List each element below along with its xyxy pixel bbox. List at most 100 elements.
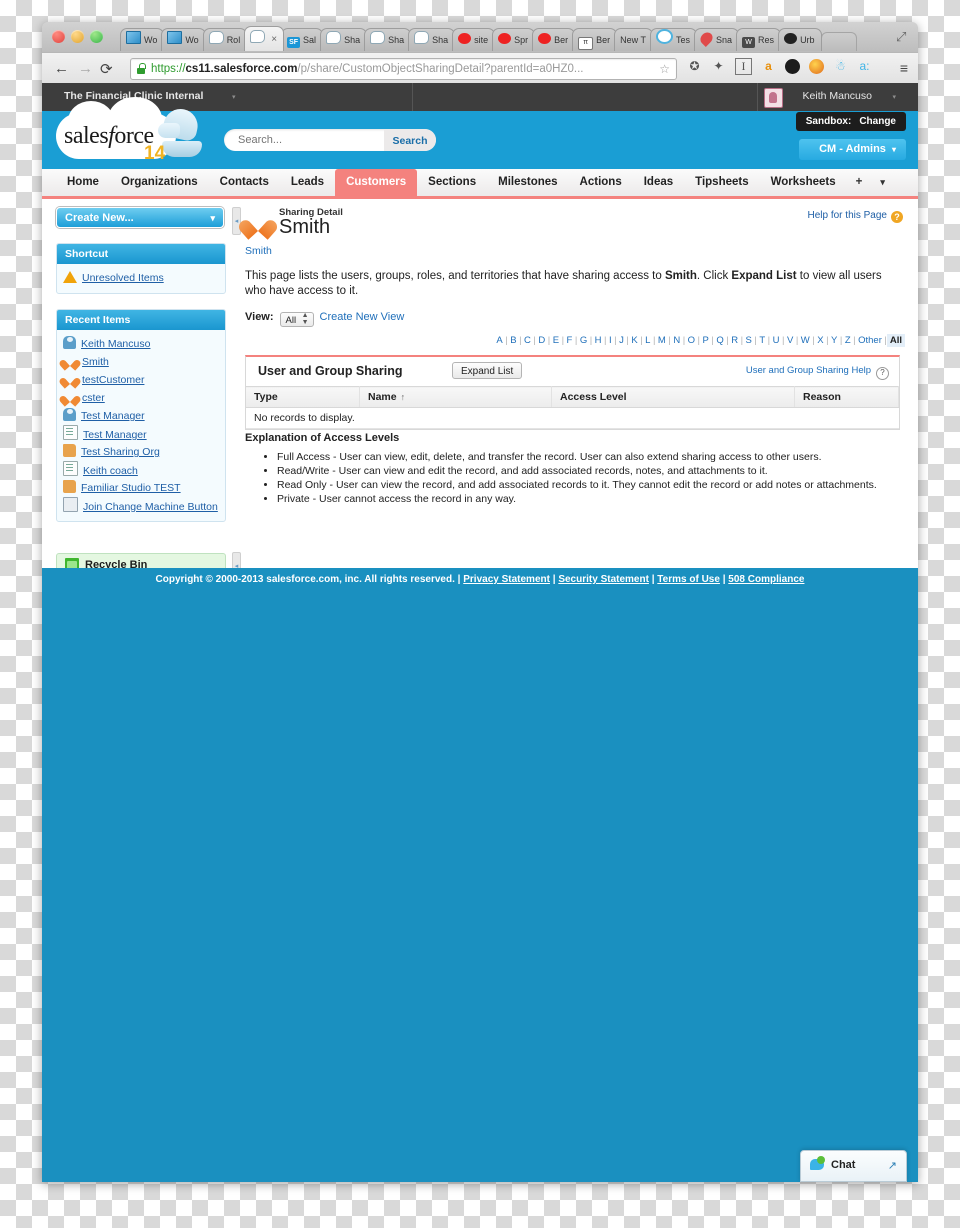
alpha-other[interactable]: Other xyxy=(856,335,885,346)
recent-link[interactable]: Join Change Machine Button xyxy=(83,501,218,513)
star-black-icon[interactable]: ✦ xyxy=(711,59,726,74)
tab-worksheets[interactable]: Worksheets xyxy=(760,169,847,196)
recent-link[interactable]: Test Sharing Org xyxy=(81,446,160,458)
list-item[interactable]: Familiar Studio TEST xyxy=(63,479,219,497)
recent-link[interactable]: Smith xyxy=(82,356,109,368)
browser-tab[interactable]: Sha xyxy=(408,28,456,51)
alpha-P[interactable]: P xyxy=(700,335,711,346)
tab-tipsheets[interactable]: Tipsheets xyxy=(684,169,759,196)
column-header-name[interactable]: Name ↑ xyxy=(359,386,552,408)
browser-tab[interactable]: SF Sal xyxy=(281,28,324,51)
alpha-A[interactable]: A xyxy=(494,335,505,346)
sandbox-change-link[interactable]: Change xyxy=(859,116,896,127)
help-for-this-page[interactable]: Help for this Page? xyxy=(808,210,903,223)
alpha-J[interactable]: J xyxy=(617,335,627,346)
recent-link[interactable]: cster xyxy=(82,392,105,404)
terms-of-use-link[interactable]: Terms of Use xyxy=(657,574,720,585)
browser-menu-icon[interactable]: ≡ xyxy=(900,60,908,76)
tab-organizations[interactable]: Organizations xyxy=(110,169,209,196)
address-bar[interactable]: https://cs11.salesforce.com/p/share/Cust… xyxy=(130,58,677,80)
chrome-orb-icon[interactable] xyxy=(809,59,824,75)
amazon-icon[interactable]: a xyxy=(761,59,776,74)
search-input[interactable] xyxy=(236,133,400,147)
recent-link[interactable]: Test Manager xyxy=(81,410,145,422)
tab-customers[interactable]: Customers xyxy=(335,169,418,196)
alpha-N[interactable]: N xyxy=(671,335,683,346)
alpha-D[interactable]: D xyxy=(536,335,548,346)
alpha-O[interactable]: O xyxy=(685,335,697,346)
alpha-T[interactable]: T xyxy=(757,335,768,346)
alpha-I[interactable]: I xyxy=(607,335,615,346)
browser-tab[interactable]: Urb xyxy=(778,28,822,51)
alpha-F[interactable]: F xyxy=(564,335,575,346)
bookmark-star-icon[interactable]: ☆ xyxy=(659,62,670,76)
browser-tab[interactable]: Spr xyxy=(492,28,536,51)
column-header-reason[interactable]: Reason xyxy=(794,386,899,408)
window-expand-icon[interactable]: ⤢ xyxy=(896,29,910,44)
browser-tab[interactable]: π Ber xyxy=(572,28,618,51)
tab-contacts[interactable]: Contacts xyxy=(209,169,280,196)
salesforce-logo[interactable]: salesforce 14 xyxy=(56,97,206,169)
parent-record-link[interactable]: Smith xyxy=(245,245,272,257)
508-compliance-link[interactable]: 508 Compliance xyxy=(728,574,804,585)
alpha-X[interactable]: X xyxy=(815,335,826,346)
minimize-window-button[interactable] xyxy=(71,30,84,43)
alpha-W[interactable]: W xyxy=(798,335,812,346)
alpha-U[interactable]: U xyxy=(770,335,782,346)
wrench-icon[interactable]: ✪ xyxy=(687,59,702,74)
recent-link[interactable]: Familiar Studio TEST xyxy=(81,482,181,494)
org-chevron-down-icon[interactable]: ▾ xyxy=(232,93,236,101)
recent-link[interactable]: testCustomer xyxy=(82,374,144,386)
panel-help[interactable]: User and Group Sharing Help? xyxy=(746,365,889,380)
black-oval-icon[interactable] xyxy=(785,59,800,75)
user-name[interactable]: Keith Mancuso xyxy=(803,90,872,102)
browser-tab[interactable]: Sha xyxy=(364,28,412,51)
breadcrumb[interactable]: Smith xyxy=(245,245,272,257)
browser-tab-active[interactable]: × xyxy=(244,26,285,51)
new-tab-button[interactable] xyxy=(820,32,857,51)
all-tabs-chevron-down-icon[interactable]: ▾ xyxy=(871,169,894,196)
alpha-V[interactable]: V xyxy=(784,335,795,346)
alpha-G[interactable]: G xyxy=(577,335,589,346)
browser-tab[interactable]: Sna xyxy=(694,28,740,51)
browser-tab[interactable]: Wo xyxy=(120,28,165,51)
alpha-Z[interactable]: Z xyxy=(842,335,853,346)
column-header-access-level[interactable]: Access Level xyxy=(551,386,795,408)
panel-help-link[interactable]: User and Group Sharing Help xyxy=(746,365,871,376)
browser-tab[interactable]: New T xyxy=(614,28,654,51)
add-tab-button[interactable]: + xyxy=(847,169,872,196)
alpha-all[interactable]: All xyxy=(886,334,905,347)
security-statement-link[interactable]: Security Statement xyxy=(558,574,649,585)
alpha-Y[interactable]: Y xyxy=(829,335,840,346)
a-colon-icon[interactable]: a: xyxy=(857,59,872,74)
user-chevron-down-icon[interactable]: ▾ xyxy=(892,93,896,101)
privacy-statement-link[interactable]: Privacy Statement xyxy=(463,574,550,585)
alpha-L[interactable]: L xyxy=(643,335,653,346)
list-item[interactable]: Test Sharing Org xyxy=(63,443,219,461)
close-tab-icon[interactable]: × xyxy=(271,34,277,45)
blue-hand-icon[interactable]: ☃ xyxy=(833,59,848,74)
list-item[interactable]: Keith coach xyxy=(63,461,219,479)
list-item[interactable]: cster xyxy=(63,389,219,407)
tab-leads[interactable]: Leads xyxy=(280,169,335,196)
back-icon[interactable]: ← xyxy=(54,60,69,77)
alpha-E[interactable]: E xyxy=(550,335,561,346)
maximize-window-button[interactable] xyxy=(90,30,103,43)
close-window-button[interactable] xyxy=(52,30,65,43)
tab-home[interactable]: Home xyxy=(56,169,110,196)
window-controls[interactable] xyxy=(52,30,114,44)
forward-icon[interactable]: → xyxy=(78,60,93,77)
chat-widget[interactable]: Chat ↗ xyxy=(800,1150,907,1182)
help-link[interactable]: Help for this Page xyxy=(808,210,888,221)
tab-sections[interactable]: Sections xyxy=(417,169,487,196)
view-select[interactable]: All ▲ ▼ xyxy=(279,312,314,327)
browser-tab[interactable]: Rol xyxy=(202,28,248,51)
recent-link[interactable]: Keith coach xyxy=(83,465,138,477)
column-header-type[interactable]: Type xyxy=(246,386,360,408)
browser-tab[interactable]: W Res xyxy=(736,28,782,51)
app-menu-button[interactable]: CM - Admins ▾ xyxy=(799,139,906,160)
browser-tab[interactable]: Ber xyxy=(532,28,576,51)
search-button[interactable]: Search xyxy=(384,129,436,151)
list-item[interactable]: Smith xyxy=(63,353,219,371)
expand-arrow-icon[interactable]: ↗ xyxy=(888,1159,897,1172)
